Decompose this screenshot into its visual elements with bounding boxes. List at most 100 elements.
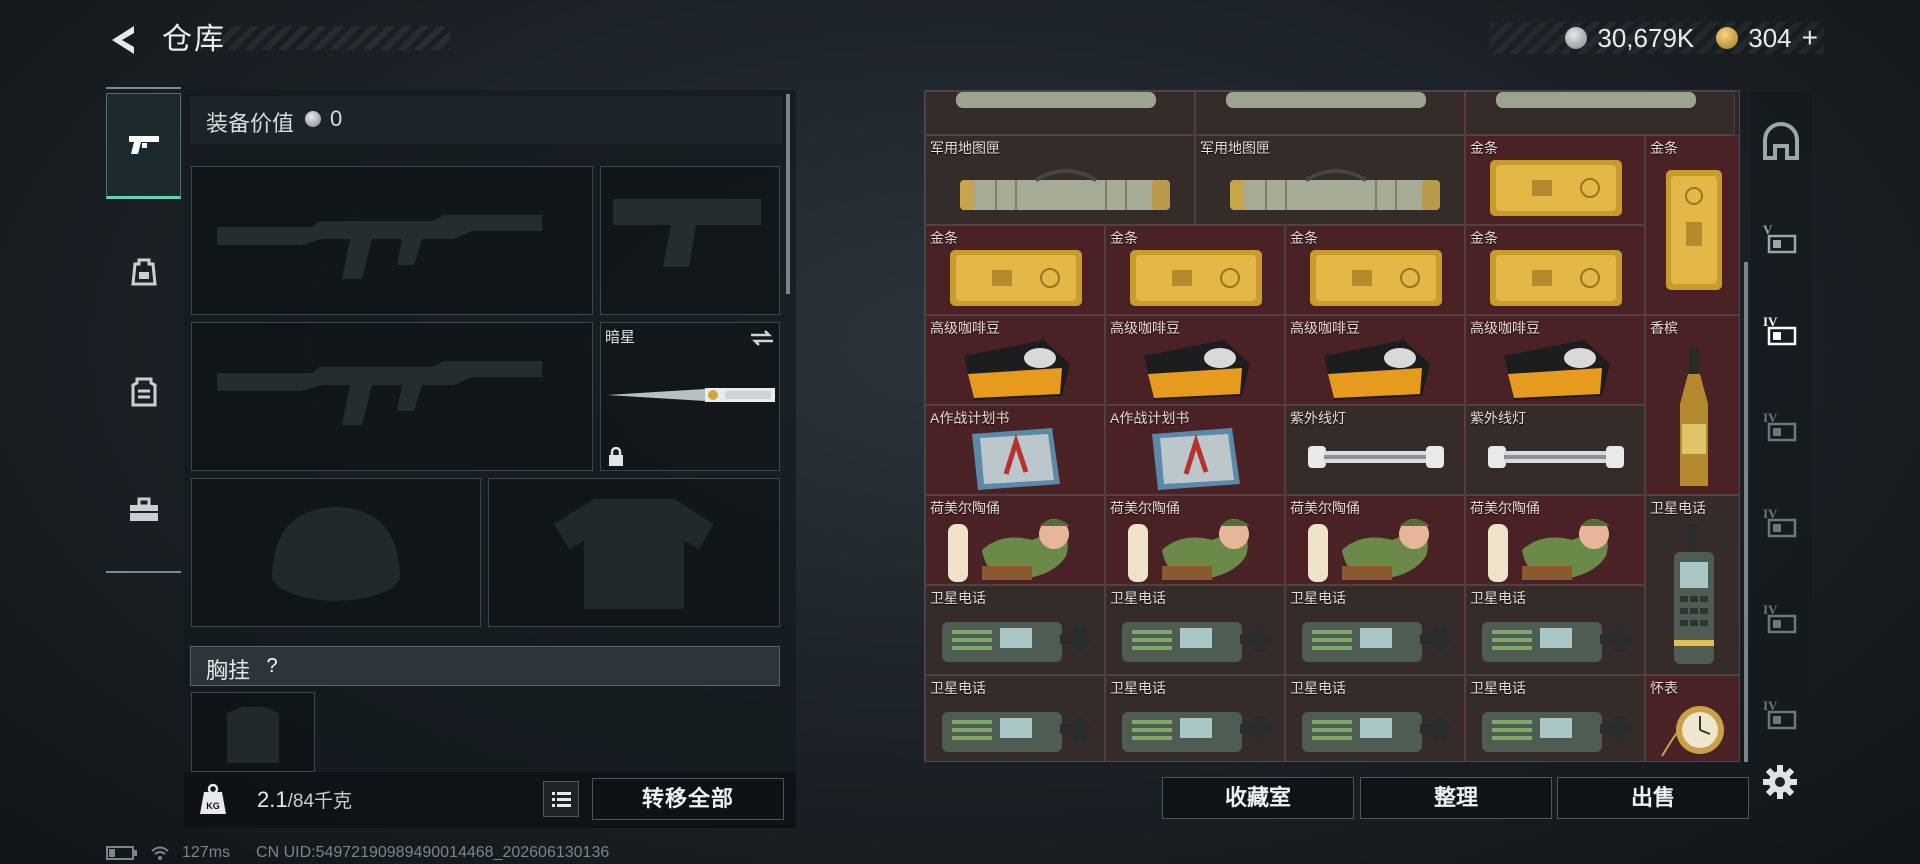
grid-item-uv-lamp[interactable]: 紫外线灯 (1465, 405, 1645, 495)
tab-storage-iv-2[interactable]: IV (1754, 396, 1808, 456)
satellite-phone-icon (1122, 622, 1270, 662)
grid-item-partial[interactable] (1195, 91, 1465, 135)
grid-item-map-case[interactable]: 军用地图匣 (925, 135, 1195, 225)
weight-current: 2.1 (257, 787, 288, 812)
satellite-phone-icon (1674, 524, 1714, 664)
tab-weapons[interactable] (106, 93, 181, 199)
grid-item-satellite-phone[interactable]: 卫星电话 (1105, 585, 1285, 675)
tab-vest[interactable] (106, 339, 181, 445)
knife-icon (607, 388, 775, 402)
tab-backpack[interactable] (106, 219, 181, 325)
plan-book-icon (972, 428, 1060, 490)
weight-icon: KG (200, 783, 226, 814)
grid-item-champagne[interactable]: 香槟 (1645, 315, 1739, 495)
item-label: 紫外线灯 (1290, 410, 1346, 426)
grid-item-satellite-phone[interactable]: 卫星电话 (1465, 585, 1645, 675)
grid-item-gold-bar[interactable]: 金条 (1105, 225, 1285, 315)
grid-item-satellite-phone[interactable]: 卫星电话 (1285, 585, 1465, 675)
satellite-phone-icon (1122, 712, 1270, 752)
sell-button[interactable]: 出售 (1557, 777, 1749, 819)
pistol-slot[interactable] (600, 166, 780, 315)
armor-silhouette-icon (554, 499, 714, 609)
tab-toolbox[interactable] (106, 457, 181, 563)
storage-iv-icon: IV (1763, 698, 1797, 730)
rifle-silhouette-icon (217, 361, 542, 425)
grid-item-figurine[interactable]: 荷美尔陶俑 (1465, 495, 1645, 585)
tab-safe[interactable] (1754, 112, 1808, 172)
grid-item-coffee-beans[interactable]: 高级咖啡豆 (1465, 315, 1645, 405)
plan-book-icon (1152, 428, 1240, 490)
primary-weapon-slot-1[interactable] (191, 166, 593, 315)
battery-icon (106, 846, 137, 860)
grid-item-coffee-beans[interactable]: 高级咖啡豆 (1105, 315, 1285, 405)
grid-item-map-case[interactable]: 军用地图匣 (1195, 135, 1465, 225)
storage-iv-icon: IV (1763, 506, 1797, 538)
tab-storage-iv-4[interactable]: IV (1754, 588, 1808, 648)
ping-text: 127ms (182, 844, 231, 861)
collection-room-button[interactable]: 收藏室 (1162, 777, 1354, 819)
status-line: 127ms CN UID:549721909894900144​68_20260… (106, 844, 609, 862)
grid-item-figurine[interactable]: 荷美尔陶俑 (1285, 495, 1465, 585)
vest-icon (131, 377, 156, 407)
grid-item-satellite-phone[interactable]: 卫星电话 (1285, 675, 1465, 761)
grid-item-partial[interactable] (1465, 91, 1735, 135)
grid-item-satellite-phone[interactable]: 卫星电话 (1645, 495, 1739, 675)
grid-item-plan-book[interactable]: A作战计划书 (1105, 405, 1285, 495)
gold-bar-icon (1666, 170, 1722, 290)
grid-item-satellite-phone[interactable]: 卫星电话 (925, 675, 1105, 761)
grid-item-coffee-beans[interactable]: 高级咖啡豆 (1285, 315, 1465, 405)
grid-item-uv-lamp[interactable]: 紫外线灯 (1285, 405, 1465, 495)
transfer-all-button[interactable]: 转移全部 (592, 778, 784, 820)
storage-v-icon: V (1763, 222, 1797, 254)
grid-item-figurine[interactable]: 荷美尔陶俑 (925, 495, 1105, 585)
grid-item-satellite-phone[interactable]: 卫星电话 (1465, 675, 1645, 761)
figurine-icon (1488, 519, 1610, 582)
rifle-silhouette-icon (217, 215, 542, 279)
grid-item-gold-bar[interactable]: 金条 (925, 225, 1105, 315)
storage-iv-icon: IV (1763, 602, 1797, 634)
organize-button[interactable]: 整理 (1360, 777, 1552, 819)
tab-storage-v[interactable]: V (1754, 208, 1808, 268)
tab-storage-iv-3[interactable]: IV (1754, 492, 1808, 552)
satellite-phone-icon (942, 712, 1090, 752)
coffee-bag-icon (1324, 340, 1430, 400)
page-title: 仓库 (162, 23, 226, 56)
back-arrow-icon[interactable] (104, 20, 144, 60)
add-gold-button[interactable]: + (1802, 22, 1818, 54)
grid-item-figurine[interactable]: 荷美尔陶俑 (1105, 495, 1285, 585)
gold-bar-icon (950, 250, 1082, 306)
grid-item-gold-bar[interactable]: 金条 (1465, 135, 1645, 225)
satellite-phone-icon (1302, 712, 1450, 752)
grid-item-gold-bar[interactable]: 金条 (1645, 135, 1739, 315)
map-case-icon (1496, 92, 1696, 108)
help-button[interactable]: ? (258, 652, 286, 680)
tab-storage-iv-1[interactable]: IV (1754, 300, 1808, 360)
primary-weapon-slot-2[interactable] (191, 322, 593, 471)
swap-icon[interactable] (749, 329, 775, 347)
item-label: 卫星电话 (1110, 590, 1166, 606)
grid-item-coffee-beans[interactable]: 高级咖啡豆 (925, 315, 1105, 405)
grid-item-partial[interactable] (925, 91, 1195, 135)
equipment-tabs (106, 87, 181, 573)
grid-item-satellite-phone[interactable]: 卫星电话 (1105, 675, 1285, 761)
chest-rig-slot[interactable] (191, 692, 315, 772)
chest-rig-silhouette-icon (227, 707, 279, 763)
list-view-button[interactable] (543, 781, 579, 817)
warehouse-scrollbar[interactable] (1744, 262, 1748, 762)
grid-item-plan-book[interactable]: A作战计划书 (925, 405, 1105, 495)
grid-item-pocket-watch[interactable]: 怀表 (1645, 675, 1739, 761)
equipment-scrollbar[interactable] (786, 94, 790, 294)
settings-gear-icon[interactable] (1760, 762, 1800, 802)
pistol-silhouette-icon (613, 199, 761, 267)
grid-item-gold-bar[interactable]: 金条 (1465, 225, 1645, 315)
gold-coin-icon (1716, 27, 1739, 49)
helmet-slot[interactable] (191, 478, 481, 627)
item-label: 军用地图匣 (1200, 140, 1270, 156)
grid-item-gold-bar[interactable]: 金条 (1285, 225, 1465, 315)
grid-item-satellite-phone[interactable]: 卫星电话 (925, 585, 1105, 675)
armor-slot[interactable] (488, 478, 780, 627)
tab-storage-iv-5[interactable]: IV (1754, 684, 1808, 744)
item-label: 卫星电话 (1650, 500, 1706, 516)
item-label: 香槟 (1650, 320, 1678, 336)
melee-slot[interactable]: 暗星 (600, 322, 780, 471)
